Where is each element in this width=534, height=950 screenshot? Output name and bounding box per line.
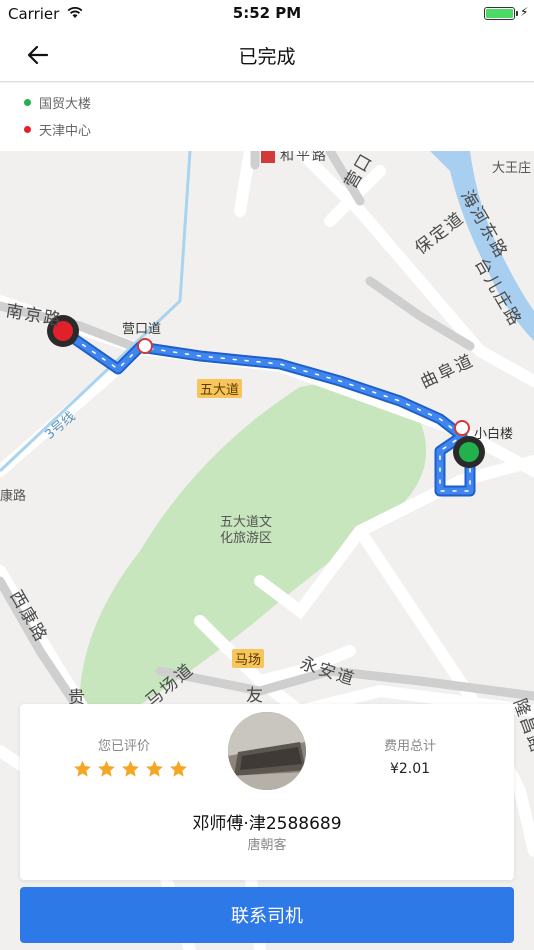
rating-caption: 您已评价 — [97, 739, 150, 754]
station-marker-yingkou — [137, 338, 153, 354]
fee-value: ¥2.01 — [389, 761, 431, 777]
map-label-xiaobailou: 小白楼 — [474, 427, 514, 442]
station-marker-xiaobailou — [454, 420, 470, 436]
avatar-photo — [228, 712, 306, 790]
status-bar: Carrier 5:52 PM ⚡ — [0, 0, 534, 28]
battery-tip — [516, 11, 518, 16]
map-label-wudadao: 五大道 — [197, 379, 243, 398]
route-panel: 国贸大楼 天津中心 — [0, 83, 534, 151]
star-icon — [146, 760, 163, 777]
map-label-kang-road: 康路 — [0, 489, 27, 504]
status-time: 5:52 PM — [232, 4, 302, 22]
driver-info-card: 您已评价 费用总计 ¥2.01 邓师傅·津2588689 唐朝客 — [20, 704, 514, 880]
map-label-dawangzhuang: 大王庄 — [492, 161, 532, 176]
map-label-machang: 马场 — [232, 649, 265, 668]
route-start-label: 国贸大楼 — [39, 97, 92, 112]
star-icon — [74, 760, 91, 777]
map-label-heping-road: 和平路 — [280, 151, 328, 164]
star-icon — [170, 760, 187, 777]
route-start: 国贸大楼 — [24, 93, 91, 112]
start-dot-icon — [24, 99, 31, 106]
route-end: 天津中心 — [24, 120, 91, 139]
route-end-label: 天津中心 — [39, 124, 92, 139]
star-icon — [98, 760, 115, 777]
map-label-park-line1: 五大道文 — [220, 515, 273, 530]
end-dot-icon — [24, 126, 31, 133]
station-marker-heping — [261, 151, 275, 163]
map-label-you: 友 — [246, 686, 265, 706]
star-icon — [122, 760, 139, 777]
rating-stars — [72, 759, 192, 779]
map-label-park-line2: 化旅游区 — [220, 531, 273, 546]
driver-company: 唐朝客 — [247, 838, 287, 853]
contact-driver-button[interactable]: 联系司机 — [20, 887, 514, 943]
charging-icon: ⚡ — [520, 5, 529, 19]
driver-avatar[interactable] — [228, 712, 306, 790]
fee-caption: 费用总计 — [383, 739, 436, 754]
map-label-yingkou-station: 营口道 — [122, 322, 162, 337]
navigation-bar: 已完成 — [0, 28, 534, 82]
battery-icon — [484, 7, 515, 20]
page-title: 已完成 — [238, 46, 296, 68]
driver-name: 邓师傅·津2588689 — [192, 814, 342, 834]
